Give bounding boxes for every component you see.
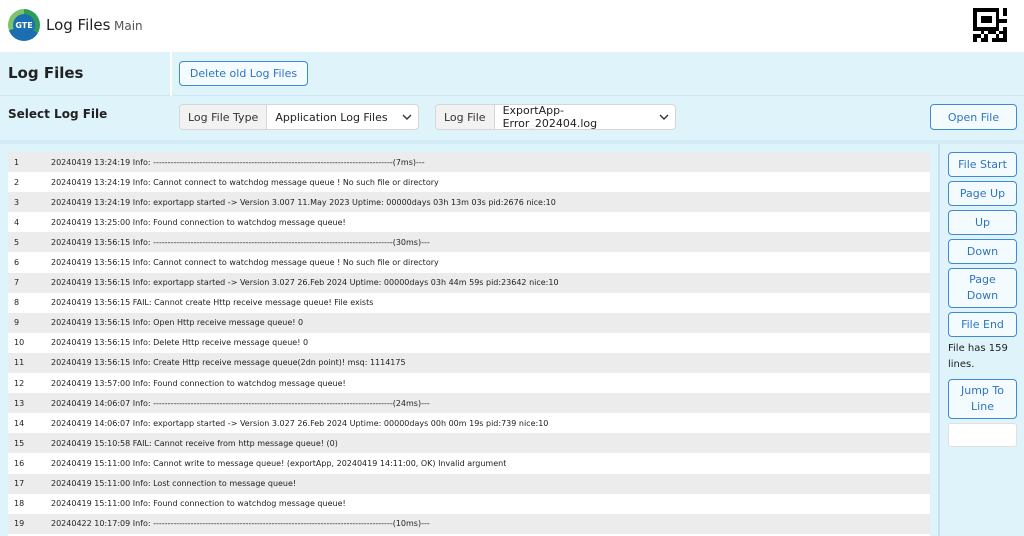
jump-to-line-button[interactable]: Jump To Line [948, 379, 1017, 419]
log-table[interactable]: 1 20240419 13:24:19 Info: ---------------… [8, 152, 930, 536]
log-line-number: 17 [14, 479, 25, 489]
page-title: Log Files [8, 64, 84, 82]
log-row[interactable]: 5 20240419 13:56:15 Info: ---------------… [8, 232, 930, 253]
log-line-number: 13 [14, 398, 25, 408]
gte-logo-icon[interactable]: GTE [8, 9, 40, 41]
log-line-text: 20240419 14:06:07 Info: exportapp starte… [51, 418, 549, 428]
open-file-button[interactable]: Open File [930, 104, 1017, 130]
log-row[interactable]: 19 20240422 10:17:09 Info: --------------… [8, 513, 930, 534]
log-row[interactable]: 13 20240419 14:06:07 Info: --------------… [8, 393, 930, 414]
chevron-down-icon[interactable] [396, 105, 418, 129]
divider [938, 144, 940, 536]
divider [170, 52, 172, 96]
log-line-text: 20240419 14:06:07 Info: ----------------… [51, 398, 430, 408]
log-line-text: 20240419 13:25:00 Info: Found connection… [51, 217, 346, 227]
file-line-count: File has 159 lines. [948, 343, 1008, 370]
log-file-select[interactable]: Log File ExportApp-Error_202404.log [435, 104, 676, 130]
log-row[interactable]: 6 20240419 13:56:15 Info: Cannot connect … [8, 252, 930, 273]
log-line-number: 16 [14, 458, 25, 468]
navigation-panel: File Start Page Up Up Down Page Down Fil… [948, 152, 1017, 447]
page-down-button[interactable]: Page Down [948, 268, 1017, 308]
file-end-button[interactable]: File End [948, 312, 1017, 337]
up-button[interactable]: Up [948, 210, 1017, 235]
log-row[interactable]: 2 20240419 13:24:19 Info: Cannot connect … [8, 172, 930, 193]
log-file-type-select[interactable]: Log File Type Application Log Files [179, 104, 419, 130]
log-row[interactable]: 18 20240419 15:11:00 Info: Found connecti… [8, 493, 930, 514]
log-line-number: 11 [14, 358, 25, 368]
log-row[interactable]: 7 20240419 13:56:15 Info: exportapp start… [8, 272, 930, 293]
log-line-text: 20240419 13:56:15 Info: exportapp starte… [51, 278, 559, 288]
log-file-type-label: Log File Type [180, 105, 268, 129]
log-line-number: 10 [14, 338, 25, 348]
log-line-number: 6 [14, 258, 20, 268]
log-row[interactable]: 4 20240419 13:25:00 Info: Found connectio… [8, 212, 930, 233]
log-line-text: 20240419 13:56:15 Info: Open Http receiv… [51, 318, 304, 328]
log-file-type-value[interactable]: Application Log Files [267, 105, 396, 129]
log-line-text: 20240419 13:56:15 Info: Cannot connect t… [51, 258, 439, 268]
log-row[interactable]: 12 20240419 13:57:00 Info: Found connecti… [8, 373, 930, 394]
select-log-file-title: Select Log File [8, 107, 108, 121]
log-viewer-area: 1 20240419 13:24:19 Info: ---------------… [0, 140, 1024, 536]
down-button[interactable]: Down [948, 239, 1017, 264]
log-line-number: 1 [14, 157, 20, 167]
log-line-number: 3 [14, 197, 20, 207]
log-line-text: 20240419 13:56:15 Info: ----------------… [51, 237, 430, 247]
log-line-number: 8 [14, 298, 20, 308]
log-line-number: 15 [14, 438, 25, 448]
log-line-number: 2 [14, 177, 20, 187]
page-up-button[interactable]: Page Up [948, 181, 1017, 206]
log-row[interactable]: 1 20240419 13:24:19 Info: ---------------… [8, 152, 930, 173]
chevron-down-icon[interactable] [653, 105, 675, 129]
log-line-text: 20240419 15:10:58 FAIL: Cannot receive f… [51, 438, 338, 448]
log-line-text: 20240422 10:17:09 Info: ----------------… [51, 519, 430, 529]
file-start-button[interactable]: File Start [948, 152, 1017, 177]
log-line-number: 9 [14, 318, 20, 328]
log-line-text: 20240419 13:56:15 FAIL: Cannot create Ht… [51, 298, 374, 308]
log-line-number: 5 [14, 237, 20, 247]
app-title[interactable]: Log Files [46, 16, 110, 34]
delete-old-log-files-button[interactable]: Delete old Log Files [179, 61, 308, 86]
log-line-text: 20240419 15:11:00 Info: Lost connection … [51, 479, 297, 489]
log-line-number: 7 [14, 278, 20, 288]
log-row[interactable]: 17 20240419 15:11:00 Info: Lost connectio… [8, 473, 930, 494]
log-line-number: 4 [14, 217, 20, 227]
log-row[interactable]: 9 20240419 13:56:15 Info: Open Http recei… [8, 312, 930, 333]
jump-line-input[interactable] [948, 423, 1017, 447]
select-log-file-row: Select Log File Log File Type Applicatio… [0, 96, 1024, 140]
log-line-text: 20240419 13:24:19 Info: exportapp starte… [51, 197, 556, 207]
log-line-number: 14 [14, 418, 25, 428]
log-row[interactable]: 10 20240419 13:56:15 Info: Delete Http re… [8, 332, 930, 353]
log-row[interactable]: 15 20240419 15:10:58 FAIL: Cannot receive… [8, 433, 930, 454]
qr-code-icon [973, 8, 1007, 42]
log-line-number: 12 [14, 378, 25, 388]
section-header: Log Files Delete old Log Files [0, 52, 1024, 96]
log-line-text: 20240419 13:24:19 Info: Cannot connect t… [51, 177, 439, 187]
log-line-text: 20240419 13:56:15 Info: Create Http rece… [51, 358, 406, 368]
log-row[interactable]: 14 20240419 14:06:07 Info: exportapp star… [8, 413, 930, 434]
log-line-text: 20240419 13:56:15 Info: Delete Http rece… [51, 338, 309, 348]
log-row[interactable]: 3 20240419 13:24:19 Info: exportapp start… [8, 192, 930, 213]
nav-link-main[interactable]: Main [114, 19, 143, 33]
log-line-text: 20240419 15:11:00 Info: Found connection… [51, 499, 346, 509]
log-line-number: 18 [14, 499, 25, 509]
log-row[interactable]: 8 20240419 13:56:15 FAIL: Cannot create H… [8, 292, 930, 313]
log-line-text: 20240419 13:57:00 Info: Found connection… [51, 378, 346, 388]
log-file-value[interactable]: ExportApp-Error_202404.log [495, 105, 653, 129]
log-line-number: 19 [14, 519, 25, 529]
top-navbar: GTE Log Files Main [0, 0, 1024, 52]
log-line-text: 20240419 15:11:00 Info: Cannot write to … [51, 458, 507, 468]
log-file-label: Log File [436, 105, 495, 129]
log-row[interactable]: 11 20240419 13:56:15 Info: Create Http re… [8, 352, 930, 374]
log-line-text: 20240419 13:24:19 Info: ----------------… [51, 157, 425, 167]
logo-text: GTE [13, 14, 35, 36]
log-row[interactable]: 16 20240419 15:11:00 Info: Cannot write t… [8, 453, 930, 474]
